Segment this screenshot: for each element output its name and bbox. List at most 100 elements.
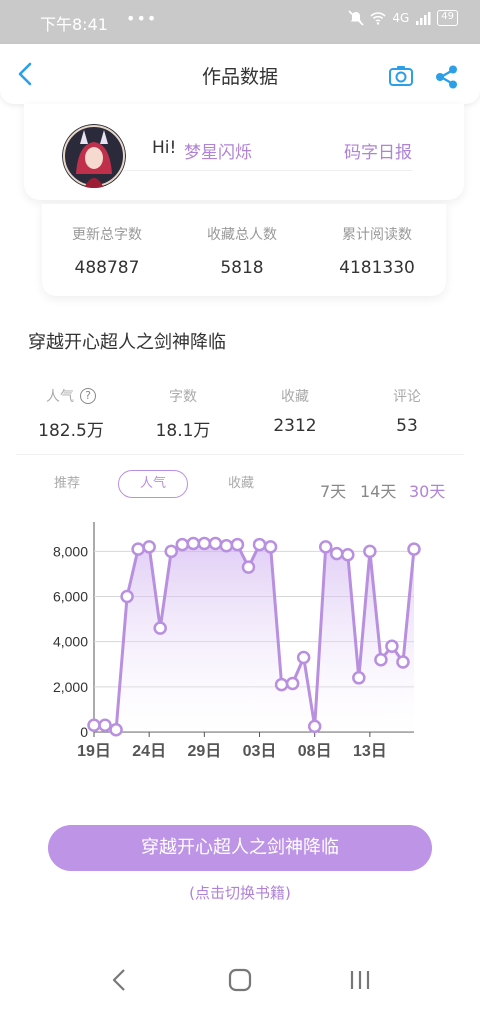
daily-report-link[interactable]: 码字日报 [344, 138, 412, 163]
chart-data-point[interactable] [175, 537, 190, 552]
chart-data-point[interactable] [208, 536, 223, 551]
metric-label: 收藏 [281, 389, 309, 405]
status-time: 下午8:41 [40, 15, 108, 34]
tab-popularity[interactable]: 人气 [118, 470, 188, 498]
stat-total-favorites: 收藏总人数 5818 [177, 224, 307, 278]
chart-x-tick-label: 19日 [77, 742, 111, 760]
range-14-days[interactable]: 14天 [360, 478, 396, 502]
tab-favorites[interactable]: 收藏 [214, 470, 268, 498]
chart-data-point[interactable] [296, 650, 311, 665]
chart-data-point[interactable] [374, 652, 388, 667]
chart-data-point[interactable] [186, 536, 201, 551]
chart-area-fill [94, 543, 414, 732]
metric-value: 2312 [273, 416, 317, 436]
metric-value: 53 [396, 416, 418, 436]
chart-data-point[interactable] [120, 589, 134, 604]
avatar[interactable] [62, 124, 126, 188]
signal-icon [416, 12, 431, 25]
username: 梦星闪烁 [184, 143, 252, 163]
network-type: 4G [392, 11, 410, 25]
chart-data-point[interactable] [307, 719, 322, 734]
system-home-icon[interactable] [228, 966, 252, 994]
top-nav-bar: 作品数据 [0, 44, 480, 104]
chart-x-tick-label: 03日 [243, 742, 277, 760]
overview-stats-card: 更新总字数 488787 收藏总人数 5818 累计阅读数 4181330 [42, 204, 446, 296]
greeting: Hi! [152, 138, 177, 158]
chart-data-point[interactable] [341, 547, 355, 562]
chart-y-tick-label: 6,000 [53, 589, 88, 605]
system-recent-apps-icon[interactable] [348, 966, 372, 994]
chart-data-point[interactable] [363, 544, 377, 559]
stat-label: 累计阅读数 [342, 227, 412, 243]
status-bar: 下午8:41 ••• 4G 49 [0, 0, 480, 44]
metric-words: 字数 18.1万 [128, 386, 238, 441]
chart-data-point[interactable] [396, 655, 410, 669]
chart-y-tick-label: 2,000 [53, 679, 88, 695]
metric-comments: 评论 53 [352, 386, 462, 436]
switch-book-hint[interactable]: (点击切换书籍) [0, 882, 480, 903]
chart-data-point[interactable] [318, 540, 333, 554]
range-7-days[interactable]: 7天 [320, 478, 346, 502]
metric-label: 人气 ? [46, 386, 96, 406]
chart-data-point[interactable] [98, 718, 112, 732]
chart-data-point[interactable] [142, 540, 156, 554]
system-back-icon[interactable] [108, 966, 132, 994]
tab-recommend[interactable]: 推荐 [40, 470, 94, 498]
chart-data-point[interactable] [274, 677, 289, 692]
mute-icon [348, 10, 364, 26]
stat-total-reads: 累计阅读数 4181330 [312, 224, 442, 278]
chart-data-point[interactable] [197, 536, 212, 551]
wifi-icon [370, 12, 386, 25]
section-divider [16, 454, 464, 455]
share-icon[interactable] [434, 64, 460, 90]
chart-data-point[interactable] [87, 718, 101, 732]
metric-label-text: 人气 [46, 389, 74, 405]
profile-divider [124, 170, 412, 171]
system-nav-bar [0, 950, 480, 1016]
chart-x-tick-label: 24日 [132, 742, 166, 760]
chart-y-tick-label: 8,000 [53, 543, 88, 559]
stat-label: 更新总字数 [72, 227, 142, 243]
metric-favorites: 收藏 2312 [240, 386, 350, 436]
metric-label: 评论 [393, 389, 421, 405]
switch-book-button[interactable]: 穿越开心超人之剑神降临 [48, 825, 432, 871]
chart-data-point[interactable] [219, 538, 234, 553]
chart-x-tick-label: 29日 [187, 742, 221, 760]
chart-data-point[interactable] [241, 560, 256, 574]
chart-data-point[interactable] [330, 546, 344, 561]
popularity-chart: 0 2,000 4,000 6,000 8,000 19日 24日 29日 03日 08日 13日 [53, 522, 421, 760]
battery-indicator: 49 [437, 10, 458, 26]
range-30-days[interactable]: 30天 [409, 478, 445, 502]
book-title: 穿越开心超人之剑神降临 [28, 332, 226, 353]
chart-data-point[interactable] [263, 540, 278, 554]
chart-x-tick-label: 13日 [353, 742, 387, 760]
chart-data-point[interactable] [164, 544, 178, 559]
chart-x-tick-label: 08日 [298, 742, 332, 760]
chart-data-point[interactable] [252, 537, 267, 552]
chart-y-tick-label: 0 [80, 724, 88, 740]
chart-data-point[interactable] [352, 671, 366, 685]
stat-total-words: 更新总字数 488787 [42, 224, 172, 278]
chart-data-point[interactable] [285, 676, 300, 691]
profile-card: Hi! 梦星闪烁 码字日报 [24, 104, 464, 200]
chart-data-point[interactable] [109, 722, 123, 737]
chart-y-tick-label: 4,000 [53, 634, 88, 650]
chart-data-point[interactable] [407, 542, 421, 556]
metric-popularity: 人气 ? 182.5万 [16, 386, 126, 441]
chart-data-point[interactable] [153, 621, 167, 635]
status-dots: ••• [126, 9, 158, 28]
stat-label: 收藏总人数 [207, 227, 277, 243]
metric-label: 字数 [169, 389, 197, 405]
stat-value: 5818 [220, 258, 264, 278]
metric-value: 182.5万 [38, 421, 104, 441]
stat-value: 4181330 [339, 258, 415, 278]
stat-value: 488787 [74, 258, 140, 278]
chart-data-point[interactable] [131, 542, 145, 556]
metrics-row: 人气 ? 182.5万 字数 18.1万 收藏 2312 评论 53 [0, 386, 480, 452]
chart-data-point[interactable] [230, 537, 245, 552]
help-icon[interactable]: ? [80, 388, 96, 404]
chart-data-point[interactable] [385, 639, 399, 653]
camera-icon[interactable] [388, 64, 414, 88]
metric-value: 18.1万 [155, 421, 211, 441]
status-icons: 4G 49 [348, 10, 458, 26]
